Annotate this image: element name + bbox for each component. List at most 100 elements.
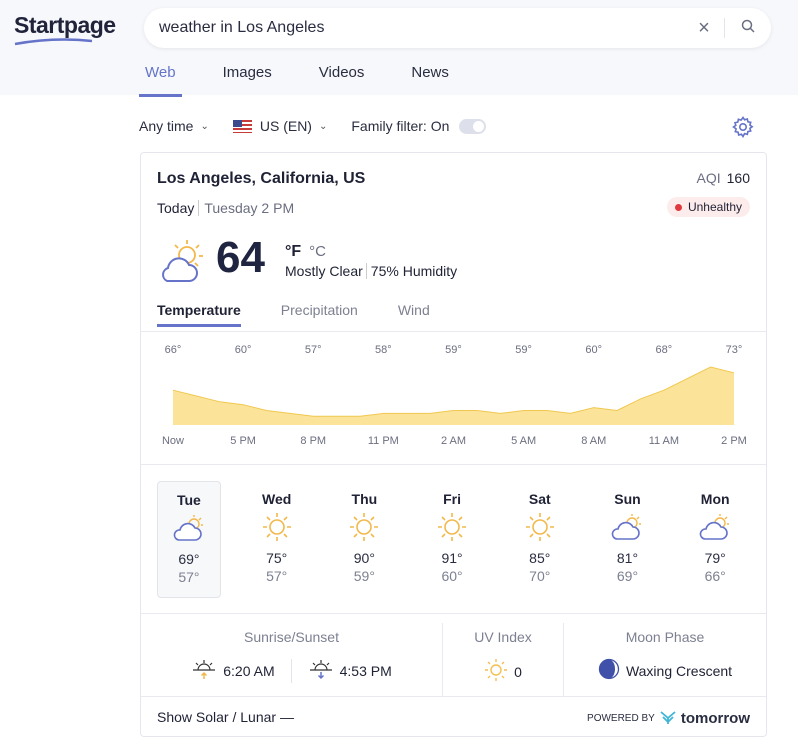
astro-info: Sunrise/Sunset 6:20 AM 4:53 PM UV Index … (141, 623, 766, 696)
x-tick-label: 11 AM (649, 435, 679, 447)
x-tick-label: Now (162, 435, 184, 447)
moon-phase: Moon Phase Waxing Crescent (564, 623, 766, 696)
tab-precipitation[interactable]: Precipitation (281, 302, 358, 327)
sunrise-time: 6:20 AM (223, 662, 275, 679)
temperature-chart: 66° Now 60° 5 PM 57° 8 PM 58° 11 PM 59° 2 AM 59° 5 … (162, 344, 747, 447)
chevron-down-icon: ⌄ (318, 120, 328, 132)
unit-f[interactable]: °F (285, 243, 301, 260)
x-tick-label: 8 AM (581, 435, 606, 447)
x-tick-label: 5 PM (230, 435, 256, 447)
forecast-day[interactable]: Mon 79° 66° (671, 481, 759, 598)
day-name: Sun (614, 491, 641, 507)
value-label: 73° (726, 344, 743, 356)
divider (290, 658, 292, 683)
partly-cloudy-icon (158, 508, 220, 548)
tab-web[interactable]: Web (139, 64, 182, 97)
high-temp: 85° (529, 550, 551, 566)
value-label: 60° (235, 344, 252, 356)
sunset-icon (308, 658, 334, 683)
filters: Any time ⌄ US (EN) ⌄ Family filter: On (139, 118, 510, 134)
temperature-area (173, 367, 734, 425)
unit-toggle: °F °C (285, 243, 326, 261)
x-tick-label: 5 AM (511, 435, 536, 447)
low-temp: 60° (441, 568, 463, 584)
x-tick-label: 11 PM (368, 435, 399, 447)
forecast-day[interactable]: Tue 69° 57° (157, 481, 221, 598)
powered-by[interactable]: POWERED BY tomorrow (587, 709, 750, 728)
daily-forecast: Tue 69° 57° Wed 75° 57° Thu 90° 59° Fri 91°… (149, 481, 759, 598)
low-temp: 69° (616, 568, 639, 584)
high-temp: 75° (266, 550, 288, 566)
day-name: Fri (443, 491, 461, 507)
moon-phase-value: Waxing Crescent (625, 662, 733, 679)
day-name: Sat (528, 491, 551, 507)
weather-tabs: Temperature Precipitation Wind (157, 302, 470, 327)
day-name: Thu (351, 491, 378, 507)
low-temp: 59° (353, 568, 375, 584)
tab-images[interactable]: Images (217, 64, 278, 97)
uv-value: 0 (514, 663, 522, 680)
search-bar[interactable]: weather in Los Angeles × (144, 8, 771, 48)
time-filter[interactable]: Any time ⌄ (139, 118, 209, 134)
search-input[interactable]: weather in Los Angeles (159, 19, 684, 37)
value-label: 57° (305, 344, 322, 356)
forecast-day[interactable]: Sat 85° 70° (496, 481, 584, 598)
forecast-day[interactable]: Thu 90° 59° (321, 481, 409, 598)
search-icon[interactable] (725, 19, 771, 38)
family-filter-label: Family filter: On (351, 118, 450, 134)
x-tick-label: 8 PM (300, 435, 326, 447)
value-label: 60° (585, 344, 602, 356)
day-name: Tue (176, 492, 201, 508)
divider (141, 696, 766, 697)
value-label: 68° (656, 344, 673, 356)
show-solar-lunar-toggle[interactable]: Show Solar / Lunar — (157, 709, 294, 725)
uv-title: UV Index (474, 629, 532, 645)
aqi-label: AQI (696, 170, 721, 186)
forecast-day[interactable]: Sun 81° 69° (584, 481, 672, 598)
day-name: Wed (261, 491, 292, 507)
value-label: 59° (445, 344, 462, 356)
region-filter[interactable]: US (EN) ⌄ (232, 118, 328, 134)
sunset-time: 4:53 PM (339, 662, 392, 679)
tomorrow-logo-icon (659, 709, 677, 728)
tab-temperature[interactable]: Temperature (157, 302, 241, 327)
chevron-down-icon: ⌄ (200, 120, 209, 132)
forecast-day[interactable]: Wed 75° 57° (233, 481, 321, 598)
us-flag-icon (232, 119, 252, 133)
nav-tabs: Web Images Videos News (139, 64, 490, 97)
current-temperature: 64 (216, 233, 265, 282)
x-tick-label: 2 AM (441, 435, 466, 447)
unit-c[interactable]: °C (309, 243, 326, 260)
family-filter-toggle[interactable] (459, 118, 487, 134)
forecast-day[interactable]: Fri 91° 60° (408, 481, 496, 598)
value-label: 58° (375, 344, 392, 356)
sunrise-icon (191, 658, 217, 683)
divider (141, 464, 766, 465)
aqi-status-badge: Unhealthy (666, 197, 750, 217)
clear-icon[interactable]: × (684, 17, 724, 40)
provider-name: tomorrow (680, 710, 750, 727)
divider (141, 613, 766, 614)
sunrise-sunset-title: Sunrise/Sunset (244, 629, 339, 645)
x-tick-label: 2 PM (721, 435, 747, 447)
location: Los Angeles, California, US (157, 170, 366, 187)
logo-swoosh (14, 38, 93, 46)
high-temp: 91° (441, 550, 463, 566)
tab-videos[interactable]: Videos (313, 64, 371, 97)
gear-icon[interactable] (731, 115, 755, 144)
value-label: 59° (515, 344, 532, 356)
moon-title: Moon Phase (625, 629, 705, 645)
moon-icon (598, 658, 620, 683)
partly-cloudy-icon (671, 507, 759, 547)
sunrise-sunset: Sunrise/Sunset 6:20 AM 4:53 PM (141, 623, 443, 696)
startpage-logo[interactable]: Startpage (14, 12, 116, 46)
family-filter[interactable]: Family filter: On (351, 118, 487, 134)
today-label: Today (157, 200, 195, 216)
low-temp: 57° (266, 568, 288, 584)
date: Today Tuesday 2 PM (157, 200, 295, 216)
tab-news[interactable]: News (405, 64, 455, 97)
tab-wind[interactable]: Wind (398, 302, 430, 327)
aqi: AQI 160 (697, 170, 750, 186)
weather-card: Los Angeles, California, US AQI 160 Today… (140, 152, 767, 737)
logo-text: Startpage (14, 12, 116, 38)
